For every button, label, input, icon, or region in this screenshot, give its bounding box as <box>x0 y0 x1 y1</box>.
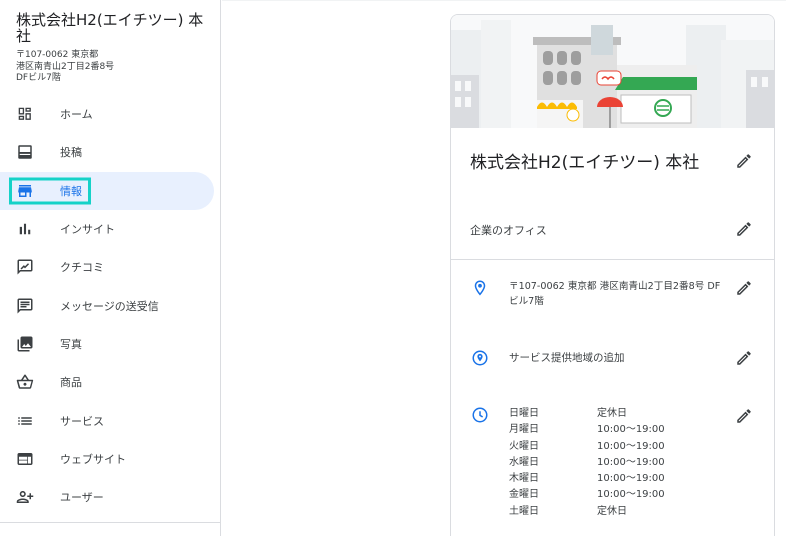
sidebar-item-label: 情報 <box>60 184 82 198</box>
hours-row: 金曜日 10:00～19:00 <box>509 487 729 503</box>
storefront-illustration <box>451 15 774 128</box>
sidebar-item-reviews[interactable]: クチコミ <box>0 248 221 286</box>
service-area-link[interactable]: サービス提供地域の追加 <box>509 350 625 365</box>
sidebar: 株式会社H2(エイチツー) 本社 〒107-0062 東京都 港区南青山2丁目2… <box>0 0 221 536</box>
review-icon <box>17 259 33 275</box>
business-address: 〒107-0062 東京都 港区南青山2丁目2番8号 DFビル7階 <box>16 50 216 85</box>
sidebar-item-users[interactable]: ユーザー <box>0 478 221 516</box>
hours-day: 水曜日 <box>509 456 539 468</box>
edit-service-area-pencil-icon[interactable] <box>735 349 753 367</box>
hours-time: 10:00～19:00 <box>597 424 665 436</box>
hours-time: 10:00～19:00 <box>597 473 665 485</box>
sidebar-item-label: インサイト <box>60 223 115 237</box>
edit-name-pencil-icon[interactable] <box>735 152 753 170</box>
photo-library-icon <box>17 336 33 352</box>
card-address: 〒107-0062 東京都 港区南青山2丁目2番8号 DFビル7階 <box>509 281 721 307</box>
location-pin-icon <box>474 280 486 296</box>
sidebar-item-insights[interactable]: インサイト <box>0 210 221 248</box>
sidebar-item-label: 商品 <box>60 376 82 390</box>
sidebar-item-label: クチコミ <box>60 261 104 275</box>
top-divider <box>222 0 786 1</box>
sidebar-item-label: ホーム <box>60 108 93 122</box>
sidebar-item-info[interactable]: 情報 <box>0 171 221 211</box>
sidebar-item-home[interactable]: ホーム <box>0 95 221 133</box>
hours-row: 土曜日 定休日 <box>509 504 729 520</box>
clock-icon <box>472 407 488 423</box>
business-hours-table: 日曜日 定休日 月曜日 10:00～19:00 火曜日 10:00～19:00 水曜日… <box>509 406 729 520</box>
hours-day: 土曜日 <box>509 505 539 517</box>
sidebar-item-messages[interactable]: メッセージの送受信 <box>0 286 221 324</box>
hours-row: 水曜日 10:00～19:00 <box>509 455 729 471</box>
edit-hours-pencil-icon[interactable] <box>735 407 753 425</box>
sidebar-nav: ホーム 投稿 情報 インサイト クチコミ メッセージの送受信 写真 商品 サービ… <box>0 95 221 516</box>
business-info-card: 株式会社H2(エイチツー) 本社 企業のオフィス 〒107-0062 東京都 港… <box>450 14 775 536</box>
message-icon <box>17 298 33 314</box>
sidebar-item-services[interactable]: サービス <box>0 401 221 439</box>
sidebar-item-products[interactable]: 商品 <box>0 363 221 401</box>
sidebar-item-label: ユーザー <box>60 491 104 505</box>
shopping-basket-icon <box>16 374 34 389</box>
address-line: 〒107-0062 東京都 <box>16 50 99 60</box>
storefront-icon <box>18 184 32 197</box>
hours-row: 火曜日 10:00～19:00 <box>509 439 729 455</box>
hours-day: 金曜日 <box>509 489 539 501</box>
sidebar-item-label: メッセージの送受信 <box>60 299 159 313</box>
hours-day: 月曜日 <box>509 424 539 436</box>
sidebar-item-label: ウェブサイト <box>60 452 126 466</box>
hours-time: 10:00～19:00 <box>597 456 665 468</box>
list-icon <box>18 416 32 425</box>
sidebar-item-label: サービス <box>60 414 104 428</box>
web-icon <box>17 452 33 465</box>
business-category: 企業のオフィス <box>470 224 547 237</box>
hours-time: 10:00～19:00 <box>597 440 665 452</box>
sidebar-item-label: 投稿 <box>60 146 82 160</box>
posts-icon <box>18 145 32 160</box>
hours-time: 10:00～19:00 <box>597 489 665 501</box>
service-area-icon <box>472 350 488 366</box>
add-person-icon <box>16 491 34 504</box>
address-line: DFビル7階 <box>16 73 61 83</box>
sidebar-item-label: 写真 <box>60 337 82 351</box>
hours-day: 日曜日 <box>509 408 539 419</box>
card-divider <box>451 259 774 260</box>
sidebar-item-photos[interactable]: 写真 <box>0 325 221 363</box>
sidebar-divider <box>0 522 221 523</box>
sidebar-item-posts[interactable]: 投稿 <box>0 133 221 171</box>
hours-row: 月曜日 10:00～19:00 <box>509 422 729 438</box>
bar-chart-icon <box>19 223 31 235</box>
hours-row: 木曜日 10:00～19:00 <box>509 471 729 487</box>
card-business-name: 株式会社H2(エイチツー) 本社 <box>470 153 700 173</box>
dashboard-icon <box>18 107 31 120</box>
edit-address-pencil-icon[interactable] <box>735 279 753 297</box>
sidebar-item-website[interactable]: ウェブサイト <box>0 440 221 478</box>
edit-category-pencil-icon[interactable] <box>735 220 753 238</box>
hours-row: 日曜日 定休日 <box>509 406 729 422</box>
hours-day: 火曜日 <box>509 440 539 452</box>
hours-time: 定休日 <box>597 505 627 517</box>
address-line: 港区南青山2丁目2番8号 <box>16 61 115 72</box>
hours-time: 定休日 <box>597 408 627 419</box>
business-name: 株式会社H2(エイチツー) 本社 <box>16 11 204 45</box>
hours-day: 木曜日 <box>509 473 539 485</box>
